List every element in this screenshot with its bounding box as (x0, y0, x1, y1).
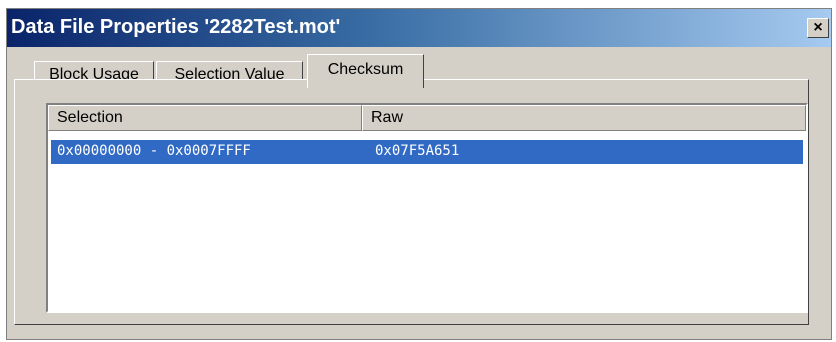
close-button[interactable]: × (807, 18, 829, 38)
tab-label: Checksum (327, 61, 404, 78)
selection-cell: 0x00000000 - 0x0007FFFF (57, 143, 251, 159)
window-title: Data File Properties '2282Test.mot' (11, 16, 341, 38)
column-header-selection[interactable]: Selection (48, 105, 362, 131)
column-header-raw[interactable]: Raw (362, 105, 806, 131)
tab-checksum[interactable]: Checksum (307, 54, 424, 88)
title-bar[interactable]: Data File Properties '2282Test.mot' × (7, 9, 831, 47)
close-icon: × (813, 19, 823, 36)
table-row[interactable]: 0x00000000 - 0x0007FFFF 0x07F5A651 (51, 140, 803, 164)
raw-cell: 0x07F5A651 (375, 143, 460, 159)
checksum-list[interactable]: Selection Raw 0x00000000 - 0x0007FFFF 0x… (46, 103, 808, 313)
